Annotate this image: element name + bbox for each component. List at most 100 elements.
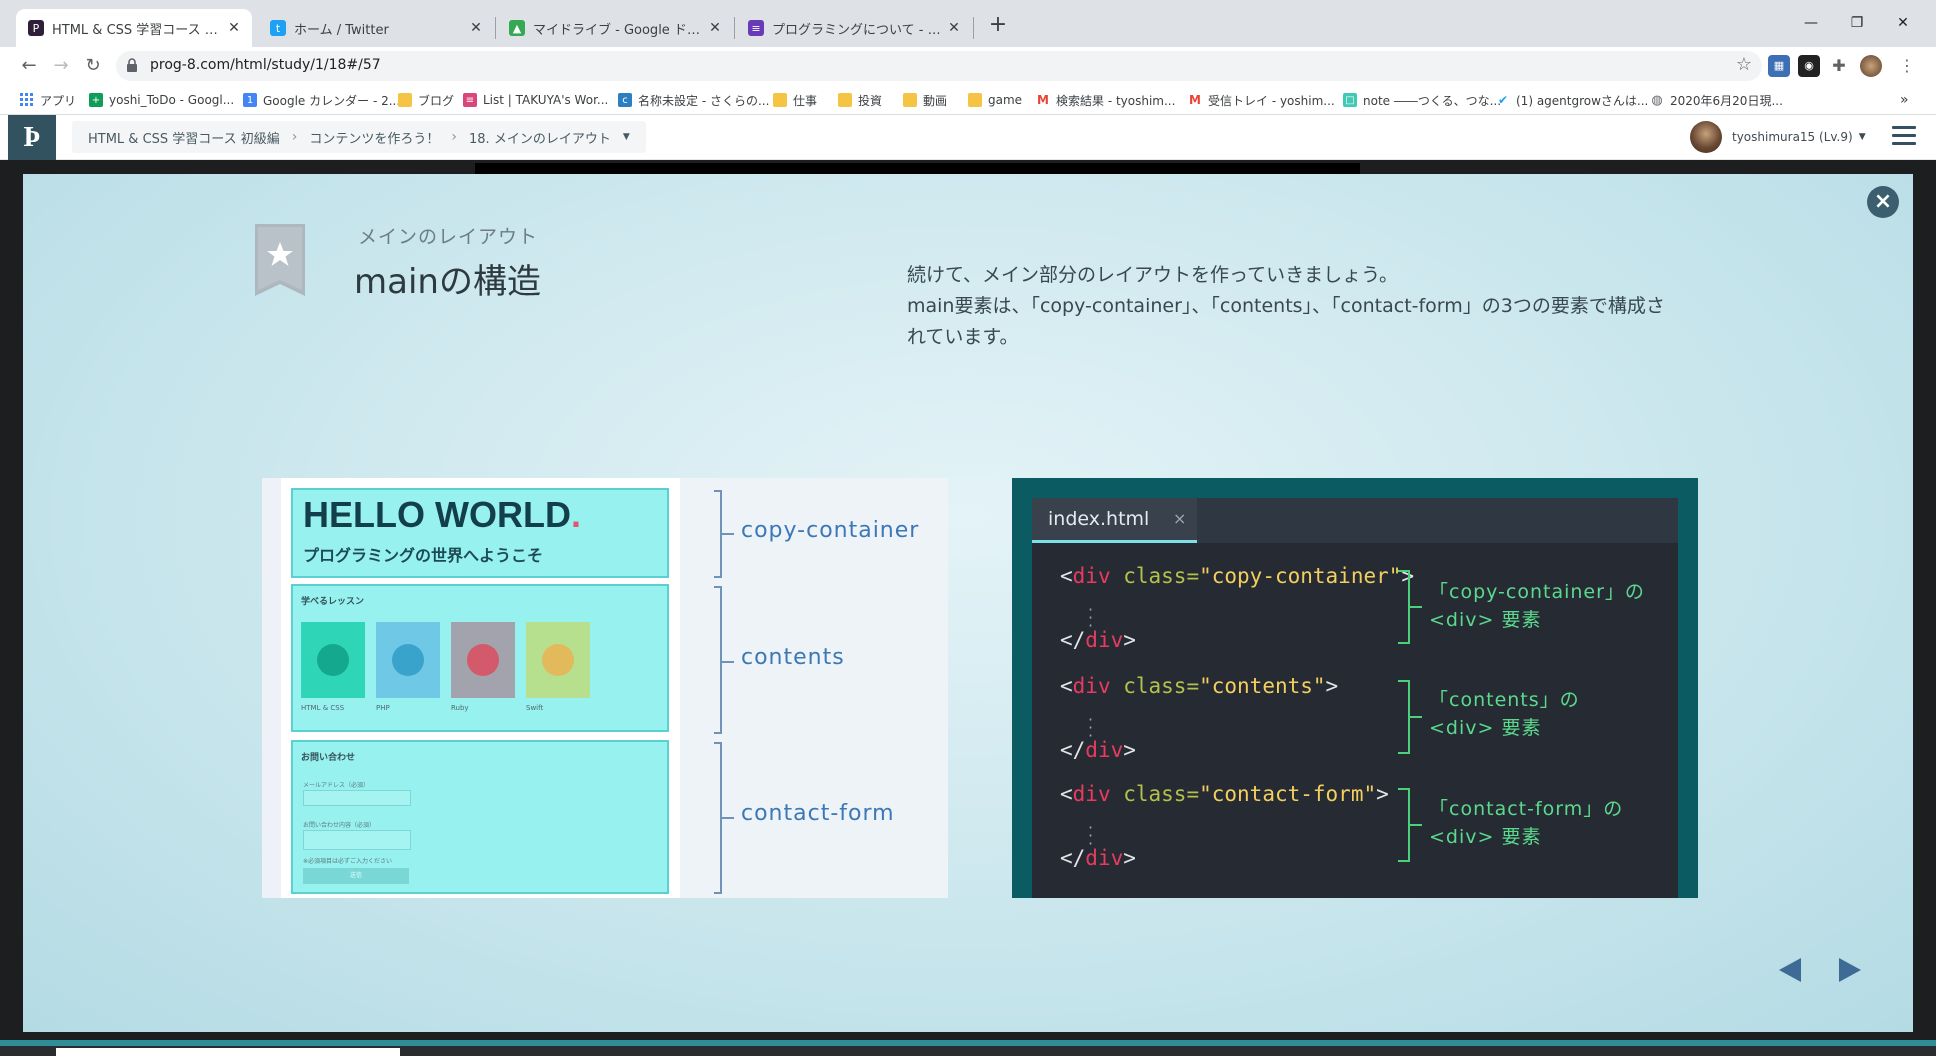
reload-icon[interactable]: ↻ xyxy=(80,53,106,79)
slide-title: mainの構造 xyxy=(354,262,541,302)
bookmark-calendar[interactable]: 1 Google カレンダー - 2... xyxy=(243,91,400,109)
tab-google-drive[interactable]: ▲ マイドライブ - Google ドライブ ✕ xyxy=(497,9,733,47)
chevron-right-icon: › xyxy=(451,129,458,145)
more-bookmarks-icon[interactable]: » xyxy=(1900,91,1909,109)
breadcrumb-lesson[interactable]: 18. メインのレイアウト xyxy=(469,128,611,147)
close-icon[interactable]: × xyxy=(1867,186,1899,218)
gmail-icon: M xyxy=(1189,93,1201,107)
breadcrumb-chapter[interactable]: コンテンツを作ろう！ xyxy=(309,128,439,147)
description-line: main要素は、「copy-container」、「contents」、「con… xyxy=(907,295,1665,348)
bracket-tick xyxy=(722,533,734,535)
tab-google-forms[interactable]: ≡ プログラミングについて - Google フォー ✕ xyxy=(736,9,972,47)
restore-icon[interactable]: ❐ xyxy=(1834,8,1880,38)
annotation-tick xyxy=(1410,824,1422,826)
prev-slide-arrow-icon[interactable] xyxy=(1779,958,1801,982)
email-field xyxy=(303,790,411,806)
bookmark-folder-game[interactable]: game xyxy=(968,91,1022,109)
caret-down-icon: ▼ xyxy=(1858,132,1866,142)
tab-separator xyxy=(734,17,735,39)
slide-description: 続けて、メイン部分のレイアウトを作っていきましょう。 main要素は、「copy… xyxy=(907,260,1677,353)
hello-world-heading: HELLO WORLD. xyxy=(303,494,581,535)
annotation-copy-container: 「copy-container」の <div> 要素 xyxy=(1429,581,1645,631)
extension-chat-icon[interactable]: ◉ xyxy=(1798,55,1820,77)
bookmark-label: 受信トレイ - yoshim... xyxy=(1208,93,1335,108)
tab-title: HTML & CSS 学習コース 初級編 | xyxy=(52,22,226,38)
ruby-lesson-icon xyxy=(467,644,499,676)
tab-twitter[interactable]: t ホーム / Twitter ✕ xyxy=(258,9,494,47)
next-slide-arrow-icon[interactable] xyxy=(1839,958,1861,982)
label-contents: contents xyxy=(741,645,845,670)
editor-tab-label: index.html xyxy=(1048,508,1150,530)
vertical-ellipsis-icon: · · · xyxy=(1088,600,1094,635)
forward-icon[interactable]: → xyxy=(48,53,74,79)
bookmark-note[interactable]: □ note ――つくる、つな... xyxy=(1343,91,1501,109)
editor-tab-close-icon[interactable]: × xyxy=(1173,509,1186,528)
forms-favicon-icon: ≡ xyxy=(748,20,764,36)
progate-logo[interactable]: Þ xyxy=(8,115,56,160)
lesson-card-ruby xyxy=(451,622,515,698)
contact-title: お問い合わせ xyxy=(301,753,356,763)
progress-bar xyxy=(0,1040,1936,1046)
tab-title: マイドライブ - Google ドライブ xyxy=(533,22,707,38)
back-icon[interactable]: ← xyxy=(16,53,42,79)
bookmark-globe[interactable]: ◍ 2020年6月20日現... xyxy=(1650,91,1783,109)
folder-icon xyxy=(903,93,917,107)
bookmark-label: 動画 xyxy=(923,93,948,108)
bookmark-star-badge-icon[interactable] xyxy=(255,224,305,296)
bookmark-sakura[interactable]: c 名称未設定 - さくらの... xyxy=(618,91,769,109)
tab-close-icon[interactable]: ✕ xyxy=(707,20,723,36)
contact-form-box: お問い合わせ メールアドレス（必須） お問い合わせ内容（必須） ※必須項目は必ず… xyxy=(291,740,669,894)
user-menu[interactable]: tyoshimura15 (Lv.9) ▼ xyxy=(1690,121,1866,153)
card-label: Ruby xyxy=(451,704,469,712)
tab-close-icon[interactable]: ✕ xyxy=(226,20,242,36)
window-close-icon[interactable]: ✕ xyxy=(1880,8,1926,38)
bookmark-folder-blog[interactable]: ブログ xyxy=(398,91,454,109)
bottom-progress-area xyxy=(0,1040,1936,1056)
bookmark-folder-invest[interactable]: 投資 xyxy=(838,91,882,109)
contents-box: 学べるレッスン HTML & CSS PHP Ruby Swift xyxy=(291,584,669,732)
bookmark-label: List | TAKUYA's Wor... xyxy=(483,93,609,107)
annotation-bracket xyxy=(1398,680,1410,754)
bookmark-twitter[interactable]: ✔ (1) agentgrowさんは... xyxy=(1496,91,1648,109)
extension-calendar-icon[interactable]: ▦ xyxy=(1768,55,1790,77)
list-icon: ≡ xyxy=(463,93,477,107)
tab-separator xyxy=(495,17,496,39)
minimize-icon[interactable]: — xyxy=(1788,8,1834,38)
bookmark-list[interactable]: ≡ List | TAKUYA's Wor... xyxy=(463,91,608,109)
bookmark-gmail-inbox[interactable]: M 受信トレイ - yoshim... xyxy=(1188,91,1335,109)
bookmark-label: yoshi_ToDo - Googl... xyxy=(109,93,235,107)
profile-avatar-icon[interactable] xyxy=(1860,55,1882,77)
bookmark-label: 名称未設定 - さくらの... xyxy=(638,93,770,108)
bookmark-folder-work[interactable]: 仕事 xyxy=(773,91,817,109)
bookmark-label: (1) agentgrowさんは... xyxy=(1516,93,1649,108)
bracket-copy-container xyxy=(714,490,722,578)
hamburger-menu-icon[interactable] xyxy=(1892,126,1916,148)
address-bar[interactable]: prog-8.com/html/study/1/18#/57 ☆ xyxy=(116,51,1762,81)
layout-illustration: HELLO WORLD. プログラミングの世界へようこそ 学べるレッスン HTM… xyxy=(262,478,948,898)
code-line: <div class="contact-form"> xyxy=(1060,782,1389,806)
calendar-icon: 1 xyxy=(243,93,257,107)
editor-tab-index-html[interactable]: index.html × xyxy=(1032,498,1197,543)
new-tab-icon[interactable]: + xyxy=(984,11,1012,39)
extensions-puzzle-icon[interactable]: ✚ xyxy=(1828,55,1850,77)
slide-modal: × メインのレイアウト mainの構造 続けて、メイン部分のレイアウトを作ってい… xyxy=(23,174,1913,1032)
form-label: メールアドレス（必須） xyxy=(303,782,370,789)
breadcrumb-course[interactable]: HTML & CSS 学習コース 初級編 xyxy=(88,128,280,147)
caret-down-icon[interactable]: ▼ xyxy=(623,132,630,142)
bookmark-folder-video[interactable]: 動画 xyxy=(903,91,947,109)
bookmark-apps[interactable]: アプリ xyxy=(20,91,76,109)
code-line: </div> xyxy=(1060,738,1136,762)
folder-icon xyxy=(398,93,412,107)
bookmark-todo[interactable]: + yoshi_ToDo - Googl... xyxy=(89,91,234,109)
annotation-bracket xyxy=(1398,570,1410,644)
tab-title: プログラミングについて - Google フォー xyxy=(772,22,946,38)
bookmark-star-icon[interactable]: ☆ xyxy=(1736,54,1752,75)
tab-close-icon[interactable]: ✕ xyxy=(946,20,962,36)
tab-close-icon[interactable]: ✕ xyxy=(468,20,484,36)
browser-menu-icon[interactable]: ⋮ xyxy=(1896,55,1918,77)
lesson-card-swift xyxy=(526,622,590,698)
username: tyoshimura15 (Lv.9) xyxy=(1732,130,1853,144)
tab-progate[interactable]: P HTML & CSS 学習コース 初級編 | ✕ xyxy=(16,9,252,47)
bookmark-gmail-search[interactable]: M 検索結果 - tyoshim... xyxy=(1036,91,1175,109)
submit-button: 送信 xyxy=(303,868,409,884)
